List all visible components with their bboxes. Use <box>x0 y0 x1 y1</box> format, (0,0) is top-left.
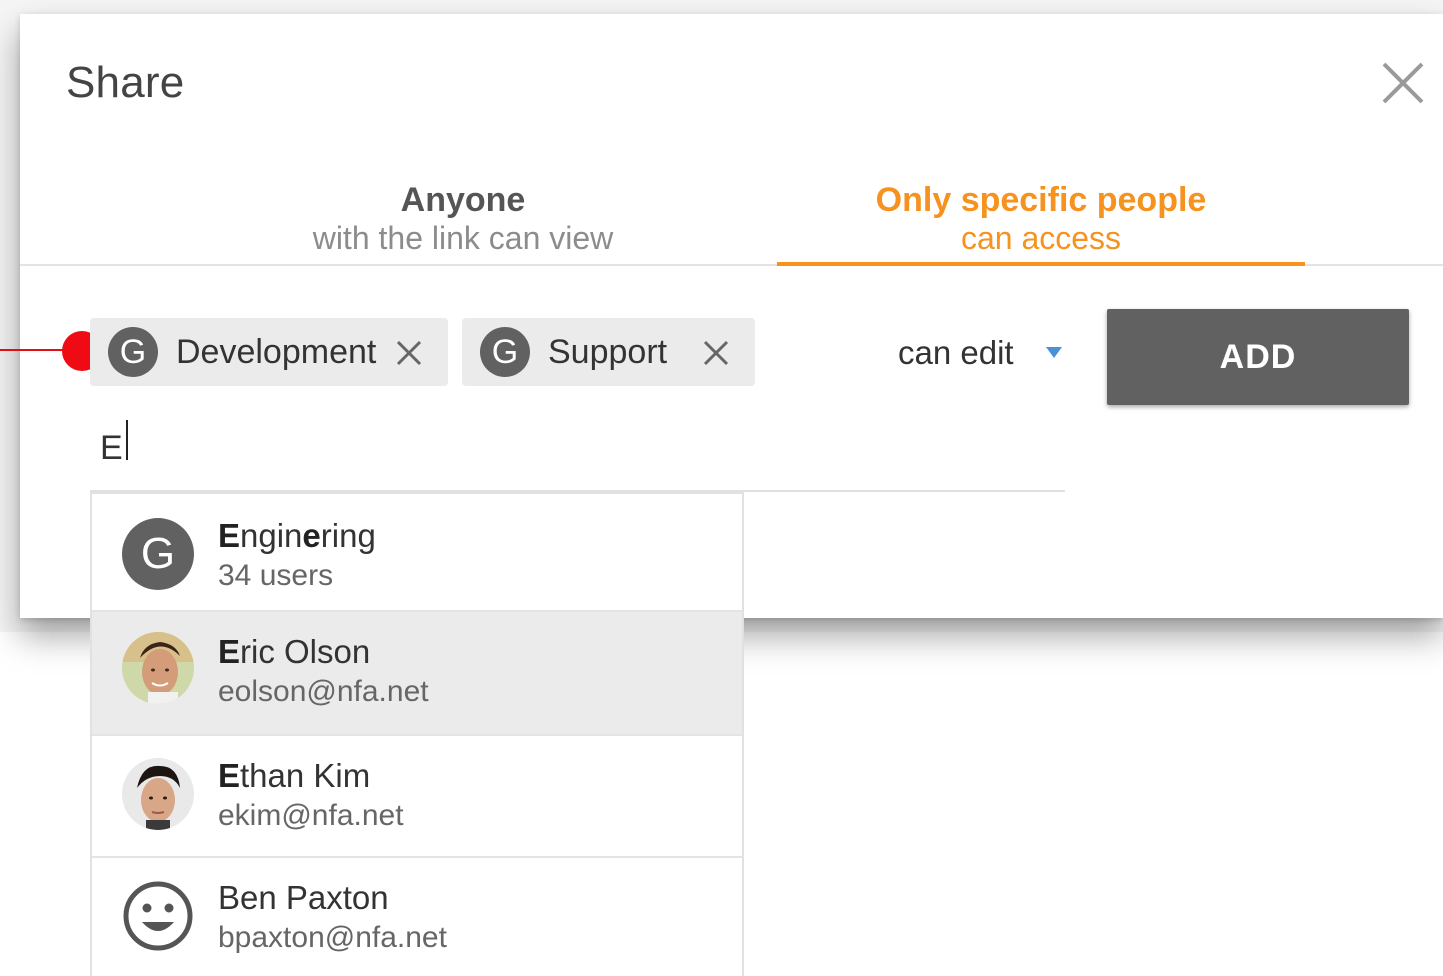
suggestion-subtitle: ekim@nfa.net <box>218 799 404 832</box>
suggestion-subtitle: bpaxton@nfa.net <box>218 921 447 954</box>
suggestion-item-engineering[interactable]: G Enginering 34 users <box>92 494 742 612</box>
chip-label: Development <box>176 333 377 371</box>
suggestion-item-eric-olson[interactable]: Eric Olson eolson@nfa.net <box>92 612 742 736</box>
suggestion-name: Enginering <box>218 517 376 554</box>
suggestion-name: Eric Olson <box>218 633 371 670</box>
close-button[interactable] <box>1378 58 1428 108</box>
user-avatar-photo <box>122 632 194 704</box>
remove-chip-button[interactable] <box>703 340 729 366</box>
caret-down-icon <box>1046 347 1062 358</box>
close-icon <box>396 340 422 366</box>
close-icon <box>1382 62 1424 104</box>
tab-specific-title: Only specific people <box>875 181 1207 219</box>
permission-dropdown[interactable]: can edit <box>898 330 1062 376</box>
group-avatar: G <box>122 518 194 590</box>
smiley-icon <box>122 880 194 952</box>
remove-chip-button[interactable] <box>396 340 422 366</box>
tab-anyone[interactable]: Anyone with the link can view <box>170 180 756 264</box>
add-button[interactable]: ADD <box>1107 309 1409 405</box>
active-tab-indicator <box>777 262 1305 266</box>
suggestion-subtitle: 34 users <box>218 559 334 592</box>
recipient-chip-development: G Development <box>90 318 448 386</box>
user-avatar-photo <box>122 758 194 830</box>
chip-label: Support <box>548 333 668 371</box>
suggestions-dropdown: G Enginering 34 users Eric Olson eolson@… <box>90 492 744 976</box>
tab-anyone-subtitle: with the link can view <box>312 220 614 256</box>
share-mode-tabs: Anyone with the link can view Only speci… <box>20 180 1443 266</box>
suggestion-item-ben-paxton[interactable]: Ben Paxton bpaxton@nfa.net <box>92 858 742 976</box>
search-input-value: E <box>100 429 123 467</box>
close-icon <box>703 340 729 366</box>
suggestion-name: Ben Paxton <box>218 879 389 916</box>
group-avatar: G <box>108 327 158 377</box>
suggestion-subtitle: eolson@nfa.net <box>218 675 429 708</box>
suggestion-item-ethan-kim[interactable]: Ethan Kim ekim@nfa.net <box>92 736 742 858</box>
tab-specific-subtitle: can access <box>960 220 1122 256</box>
tab-anyone-title: Anyone <box>400 181 526 219</box>
group-avatar: G <box>480 327 530 377</box>
tab-specific-people[interactable]: Only specific people can access <box>777 180 1305 266</box>
annotation-line <box>0 349 70 351</box>
suggestion-name: Ethan Kim <box>218 757 371 794</box>
text-cursor <box>126 420 128 460</box>
dialog-title: Share <box>66 58 185 107</box>
permission-label: can edit <box>898 334 1014 371</box>
recipient-search-input[interactable]: E <box>90 414 1065 492</box>
recipient-chip-support: G Support <box>462 318 755 386</box>
